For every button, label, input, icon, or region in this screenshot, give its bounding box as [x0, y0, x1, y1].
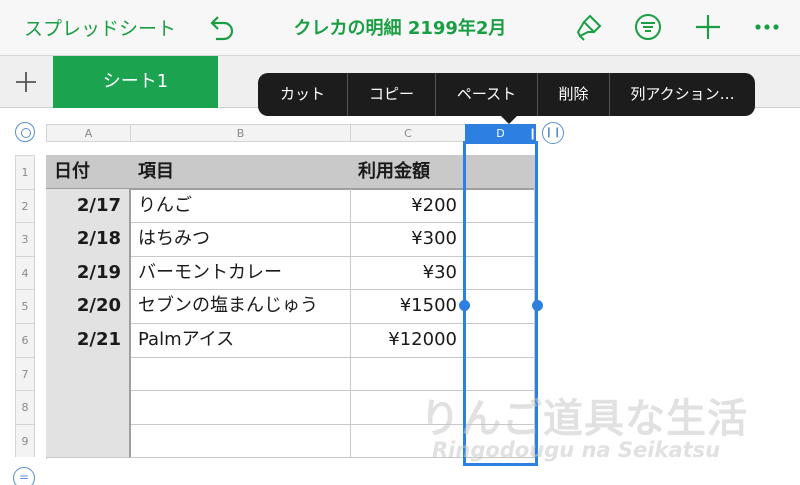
row-header[interactable]: 7 [15, 356, 35, 391]
selection-handle-left[interactable] [459, 300, 470, 311]
add-row-handle[interactable]: = [13, 467, 35, 485]
menu-paste[interactable]: ペースト [436, 73, 537, 116]
top-toolbar: スプレッドシート クレカの明細 2199年2月 [0, 0, 800, 56]
date-cell[interactable]: 2/20 [46, 289, 131, 324]
column-header-c[interactable]: C [350, 124, 465, 142]
row-header[interactable]: 9 [15, 423, 35, 458]
date-cell[interactable]: 2/18 [46, 222, 131, 257]
date-cell[interactable] [46, 423, 131, 459]
row-header[interactable]: 8 [15, 390, 35, 424]
filter-icon[interactable] [631, 10, 665, 44]
undo-icon[interactable] [204, 11, 238, 43]
item-cell[interactable]: セブンの塩まんじゅう [130, 289, 351, 324]
row-header[interactable]: 6 [15, 323, 35, 357]
numbers-app: スプレッドシート クレカの明細 2199年2月 シート1 A B C D ❙❙ … [0, 0, 800, 485]
back-to-spreadsheets-button[interactable]: スプレッドシート [24, 14, 176, 41]
tab-sheet1[interactable]: シート1 [53, 56, 218, 108]
row-header[interactable]: 1 [15, 155, 35, 189]
row-header[interactable]: 3 [15, 222, 35, 256]
header-cell-amount[interactable]: 利用金額 [350, 155, 466, 190]
context-menu-pointer [500, 115, 518, 124]
item-cell[interactable] [130, 423, 351, 459]
context-menu: カット コピー ペースト 削除 列アクション… [258, 73, 755, 116]
item-cell[interactable] [130, 390, 351, 425]
amount-cell[interactable]: ¥12000 [350, 323, 466, 358]
document-title: クレカの明細 2199年2月 [293, 18, 507, 39]
add-sheet-icon[interactable] [10, 66, 42, 98]
watermark-english: Ringodougu na Seikatsu [432, 438, 721, 462]
row-header[interactable]: 5 [15, 289, 35, 323]
brush-icon[interactable] [572, 10, 606, 44]
menu-delete[interactable]: 削除 [538, 73, 609, 116]
menu-column-actions[interactable]: 列アクション… [610, 73, 755, 116]
item-cell[interactable]: バーモントカレー [130, 255, 351, 291]
amount-cell[interactable]: ¥200 [350, 188, 466, 224]
item-cell[interactable] [130, 356, 351, 392]
selection-handle-right[interactable] [532, 300, 543, 311]
date-cell[interactable]: 2/17 [46, 188, 131, 224]
add-column-handle[interactable]: ❙❙ [542, 122, 564, 144]
item-cell[interactable]: りんご [130, 188, 351, 224]
column-header-a[interactable]: A [46, 124, 130, 142]
table-select-handle[interactable] [15, 122, 35, 142]
row-header[interactable]: 4 [15, 255, 35, 290]
row-header[interactable]: 2 [15, 188, 35, 223]
item-cell[interactable]: Palmアイス [130, 323, 351, 358]
column-header-d[interactable]: D [465, 124, 536, 142]
item-cell[interactable]: はちみつ [130, 222, 351, 257]
amount-cell[interactable]: ¥30 [350, 255, 466, 291]
menu-cut[interactable]: カット [258, 73, 347, 116]
amount-cell[interactable]: ¥1500 [350, 289, 466, 324]
plus-icon[interactable] [691, 10, 725, 44]
header-cell-item[interactable]: 項目 [130, 155, 351, 190]
date-cell[interactable]: 2/21 [46, 323, 131, 358]
amount-cell[interactable]: ¥300 [350, 222, 466, 257]
date-cell[interactable]: 2/19 [46, 255, 131, 291]
column-header-b[interactable]: B [130, 124, 350, 142]
date-cell[interactable] [46, 356, 131, 392]
watermark-japanese: りんご道具な生活 [420, 396, 748, 442]
header-cell-date[interactable]: 日付 [46, 155, 131, 190]
more-icon[interactable] [750, 10, 784, 44]
menu-copy[interactable]: コピー [348, 73, 435, 116]
date-cell[interactable] [46, 390, 131, 425]
